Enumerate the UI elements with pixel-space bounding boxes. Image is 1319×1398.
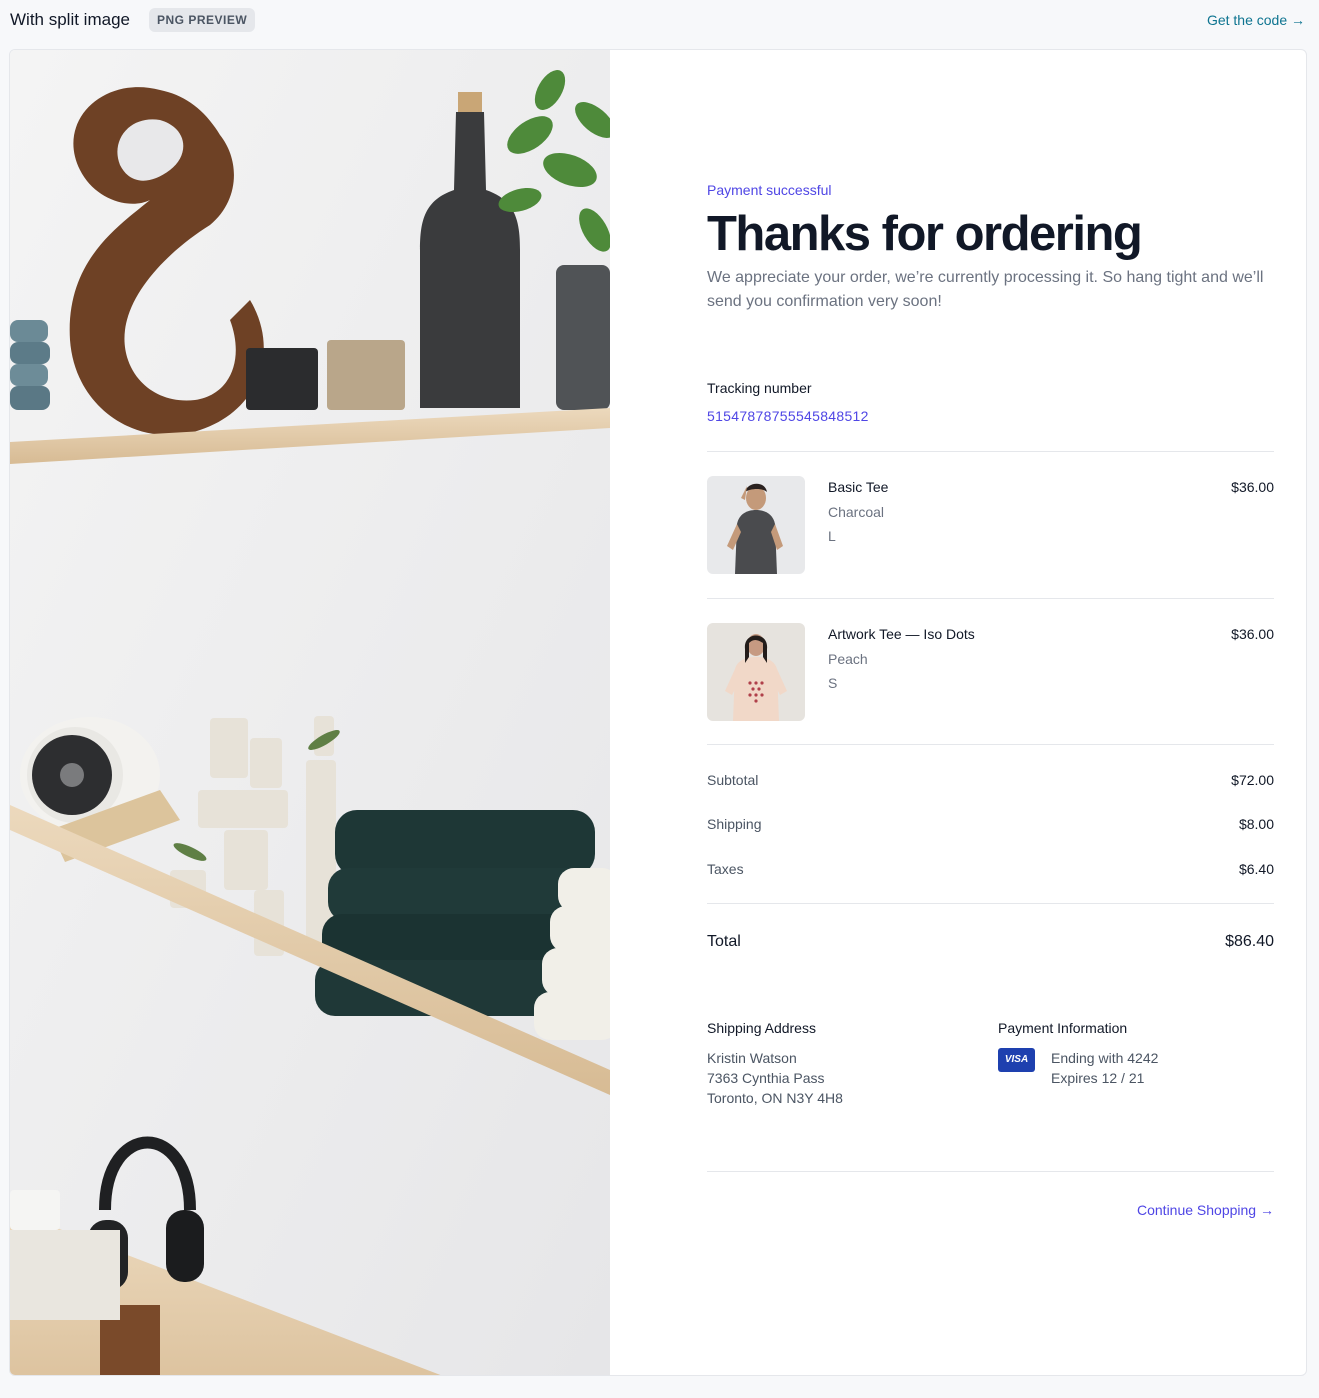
taxes-row: Taxes $6.40 (707, 861, 1274, 881)
shipping-row: Shipping $8.00 (707, 816, 1274, 836)
preview-title: With split image (10, 10, 130, 29)
product-image-artwork-tee (707, 623, 805, 721)
divider (707, 744, 1274, 745)
card-ending: Ending with 4242 (1051, 1050, 1159, 1066)
item-size: L (828, 528, 836, 544)
shipping-address: Kristin Watson 7363 Cynthia Pass Toronto… (707, 1048, 843, 1108)
order-item: Artwork Tee — Iso Dots Peach S $36.00 (707, 623, 1274, 721)
item-price: $36.00 (1231, 626, 1274, 642)
payment-details: Ending with 4242 Expires 12 / 21 (1051, 1048, 1158, 1088)
preview-header: With split image PNG PREVIEW Get the cod… (0, 0, 1319, 44)
page-title: Thanks for ordering (707, 207, 1143, 261)
item-color: Charcoal (828, 504, 885, 520)
shipping-address-title: Shipping Address (707, 1020, 816, 1036)
address-street: 7363 Cynthia Pass (707, 1070, 825, 1086)
confirmation-message: We appreciate your order, we’re currentl… (707, 269, 1264, 310)
address-name: Kristin Watson (707, 1050, 797, 1066)
divider (707, 451, 1274, 452)
payment-status: Payment successful (707, 182, 832, 198)
item-color: Peach (828, 651, 868, 667)
taxes-value: $6.40 (1238, 861, 1274, 877)
total-row: Total $86.40 (707, 933, 1274, 951)
order-confirmation-card: Payment successful Thanks for ordering W… (9, 49, 1307, 1376)
item-price: $36.00 (1231, 479, 1274, 495)
divider (707, 903, 1274, 904)
tracking-number: 51547878755545848512 (707, 408, 869, 424)
continue-shopping-link[interactable]: Continue Shopping → (1137, 1202, 1274, 1218)
item-name: Basic Tee (828, 479, 889, 495)
subtotal-value: $72.00 (1231, 772, 1274, 788)
shipping-value: $8.00 (1238, 816, 1274, 832)
subtotal-label: Subtotal (707, 772, 759, 788)
divider (707, 1171, 1274, 1172)
shelf-image (10, 50, 610, 1375)
item-size: S (828, 675, 838, 691)
taxes-label: Taxes (707, 861, 744, 877)
subtotal-row: Subtotal $72.00 (707, 772, 1274, 792)
visa-card-icon: VISA (998, 1048, 1035, 1072)
item-name: Artwork Tee — Iso Dots (828, 626, 975, 642)
shipping-label: Shipping (707, 816, 762, 832)
card-expiry: Expires 12 / 21 (1051, 1070, 1145, 1086)
order-item: Basic Tee Charcoal L $36.00 (707, 476, 1274, 574)
total-label: Total (707, 933, 741, 950)
preview-badge: PNG PREVIEW (149, 8, 256, 32)
shelf-illustration (10, 50, 610, 1375)
tracking-label: Tracking number (707, 380, 812, 396)
divider (707, 598, 1274, 599)
total-value: $86.40 (1225, 933, 1274, 950)
address-city: Toronto, ON N3Y 4H8 (707, 1090, 843, 1106)
payment-info-title: Payment Information (998, 1020, 1128, 1036)
product-image-basic-tee (707, 476, 805, 574)
get-code-link[interactable]: Get the code → (1207, 12, 1305, 28)
